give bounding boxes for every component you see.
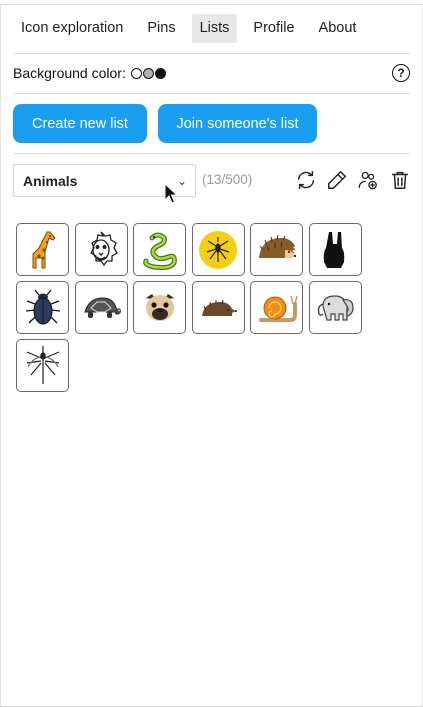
icon-grid <box>16 223 376 397</box>
mouse-cursor-icon <box>164 183 178 204</box>
share-users-icon[interactable] <box>357 169 379 191</box>
chevron-down-icon: ⌄ <box>176 174 187 188</box>
list-item[interactable] <box>16 223 69 276</box>
beetle-icon <box>25 289 60 324</box>
lion-icon <box>90 231 118 266</box>
hedgehog-small-icon <box>202 299 238 316</box>
tab-pins[interactable]: Pins <box>139 14 183 43</box>
create-new-list-button[interactable]: Create new list <box>13 104 147 143</box>
divider <box>13 53 410 54</box>
background-color-row: Background color: ? <box>13 62 410 84</box>
list-item[interactable] <box>74 223 128 276</box>
hedgehog-icon <box>258 234 296 259</box>
list-buttons: Create new list Join someone's list <box>13 104 317 143</box>
list-item[interactable] <box>250 281 304 334</box>
list-item[interactable] <box>74 281 128 334</box>
tab-lists[interactable]: Lists <box>191 14 238 43</box>
giraffe-icon <box>32 231 56 268</box>
list-item[interactable] <box>133 281 187 334</box>
list-item[interactable] <box>308 223 362 276</box>
list-select-value: Animals <box>23 172 78 189</box>
refresh-icon[interactable] <box>295 169 317 191</box>
window-frame-left <box>0 4 1 707</box>
rabbit-silhouette-icon <box>324 231 345 268</box>
help-icon[interactable]: ? <box>392 64 410 82</box>
pug-icon <box>145 293 174 321</box>
list-count: (13/500) <box>202 172 253 187</box>
divider <box>13 93 410 94</box>
edit-icon[interactable] <box>326 169 348 191</box>
divider <box>13 153 410 154</box>
list-item[interactable] <box>191 223 245 276</box>
swatch-black[interactable] <box>154 67 166 79</box>
background-swatches <box>130 67 167 79</box>
background-color-label: Background color: <box>13 65 126 81</box>
main-nav: Icon exploration Pins Lists Profile Abou… <box>13 14 372 43</box>
join-list-button[interactable]: Join someone's list <box>158 104 317 143</box>
tab-icon-exploration[interactable]: Icon exploration <box>13 14 131 43</box>
window-frame-top <box>0 4 423 5</box>
swatch-white[interactable] <box>130 67 142 79</box>
snake-icon <box>142 232 177 270</box>
list-item[interactable] <box>133 223 187 276</box>
trash-icon[interactable] <box>389 169 411 191</box>
mosquito-icon <box>26 345 59 384</box>
list-toolbar: Animals ⌄ (13/500) <box>13 164 410 197</box>
tab-about[interactable]: About <box>311 14 365 43</box>
tab-profile[interactable]: Profile <box>245 14 302 43</box>
turtle-icon <box>84 296 122 318</box>
snail-icon <box>258 295 298 322</box>
list-item[interactable] <box>191 281 245 334</box>
list-item[interactable] <box>16 339 69 392</box>
list-item[interactable] <box>16 281 69 334</box>
mosquito-badge-icon <box>199 230 238 269</box>
swatch-gray[interactable] <box>142 67 154 79</box>
elephant-icon <box>318 294 355 321</box>
list-item[interactable] <box>250 223 304 276</box>
list-item[interactable] <box>308 281 362 334</box>
